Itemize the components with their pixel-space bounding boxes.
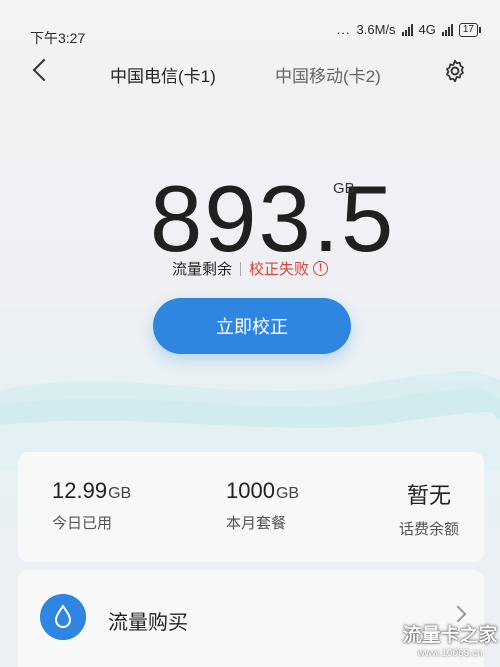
data-purchase-label: 流量购买	[108, 612, 188, 634]
stat-unit: GB	[275, 485, 300, 502]
tab-sim-2[interactable]: 中国移动(卡2)	[275, 62, 381, 87]
stats-card: 12.99GB 今日已用 1000GB 本月套餐 暂无 话费余额	[18, 452, 484, 562]
stat-monthly-plan[interactable]: 1000GB 本月套餐	[226, 478, 346, 533]
stat-label: 话费余额	[398, 521, 459, 538]
status-indicators: ... 3.6M/s 4G 17	[336, 22, 482, 37]
battery-level: 17	[462, 23, 474, 35]
stat-value: 1000	[226, 478, 275, 503]
signal-icon	[401, 23, 413, 36]
remaining-data-unit: GB	[333, 180, 355, 197]
watermark-title: 流量卡之家	[402, 625, 498, 646]
network-speed: 3.6M/s	[356, 22, 396, 37]
remaining-status-row: 流量剩余 校正失败 !	[172, 258, 329, 279]
stat-today-used[interactable]: 12.99GB 今日已用	[52, 478, 172, 533]
watermark-url: www.10063.cn	[417, 648, 483, 659]
network-type: 4G	[418, 22, 436, 37]
remaining-data-value: 893.5	[150, 166, 396, 271]
calibration-failed-text: 校正失败	[249, 261, 310, 278]
tab-sim-1[interactable]: 中国电信(卡1)	[110, 62, 216, 87]
stat-balance[interactable]: 暂无 话费余额	[384, 478, 474, 539]
watermark: 流量卡之家 www.10063.cn	[400, 625, 500, 667]
notification-dots: ...	[336, 22, 351, 37]
stat-label: 本月套餐	[226, 515, 287, 532]
stat-value: 暂无	[406, 483, 451, 508]
signal-2-icon	[441, 23, 453, 36]
top-nav: 中国电信(卡1) 中国移动(卡2)	[0, 50, 500, 94]
stat-label: 今日已用	[52, 515, 113, 532]
alert-circle-icon: !	[313, 261, 329, 276]
water-drop-icon	[40, 594, 86, 640]
stat-value: 12.99	[52, 478, 108, 503]
data-usage-screen: 下午3:27 ... 3.6M/s 4G 17 中国电信(卡1) 中国移动(卡2…	[0, 0, 500, 667]
calibrate-now-button[interactable]: 立即校正	[153, 298, 351, 354]
status-bar: 下午3:27 ... 3.6M/s 4G 17	[0, 0, 500, 46]
back-arrow-icon[interactable]	[32, 58, 56, 82]
stat-unit: GB	[108, 485, 132, 502]
battery-icon: 17	[458, 22, 482, 37]
remaining-label: 流量剩余	[172, 261, 233, 278]
status-time: 下午3:27	[30, 30, 86, 46]
gear-icon[interactable]	[442, 58, 468, 84]
divider	[240, 261, 242, 276]
chevron-right-icon	[449, 605, 467, 623]
